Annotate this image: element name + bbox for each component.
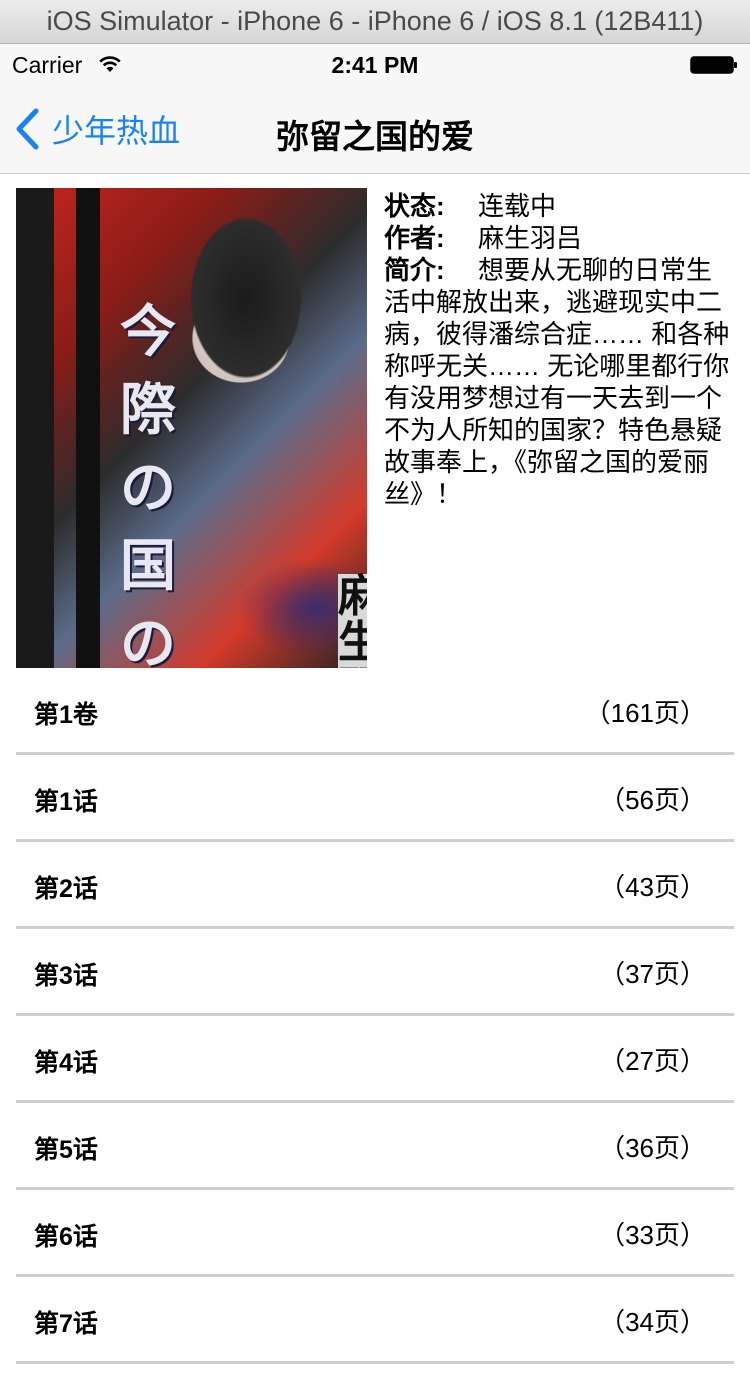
intro-row: 简介: 想要从无聊的日常生活中解放出来，逃避现实中二病，彼得潘综合症…… 和各种称… — [384, 254, 734, 510]
chapter-row[interactable]: 第5话 （36页） — [16, 1103, 734, 1190]
cover-decoration — [76, 188, 100, 668]
chapter-row[interactable]: 第2话 （43页） — [16, 842, 734, 929]
simulator-title: iOS Simulator - iPhone 6 - iPhone 6 / iO… — [46, 6, 704, 36]
simulator-title-bar: iOS Simulator - iPhone 6 - iPhone 6 / iO… — [0, 0, 750, 44]
chapter-name: 第7话 — [34, 1310, 98, 1338]
intro-text: 想要从无聊的日常生活中解放出来，逃避现实中二病，彼得潘综合症…… 和各种称呼无关… — [384, 255, 730, 509]
cover-decoration — [16, 188, 54, 668]
chapter-page-count: （56页） — [599, 785, 706, 815]
author-label: 作者: — [384, 223, 445, 253]
chapter-row[interactable]: 第1卷 （161页） — [16, 668, 734, 755]
navigation-bar: 少年热血 弥留之国的爱 — [0, 86, 750, 174]
status-value: 连载中 — [478, 191, 557, 221]
chapter-page-count: （43页） — [599, 872, 706, 902]
battery-icon — [690, 56, 737, 74]
chapter-row[interactable]: 第7话 （34页） — [16, 1277, 734, 1364]
chapter-name: 第2话 — [34, 875, 98, 903]
comic-cover-image: 今際の国の 麻生羽呂 1 — [16, 188, 367, 668]
status-label: 状态: — [384, 191, 445, 221]
chapter-name: 第5话 — [34, 1136, 98, 1164]
chapter-page-count: （37页） — [599, 959, 706, 989]
intro-label: 简介: — [384, 255, 445, 285]
chapter-page-count: （161页） — [584, 698, 706, 728]
chapter-page-count: （36页） — [599, 1133, 706, 1163]
chapter-row[interactable]: 第4话 （27页） — [16, 1016, 734, 1103]
chapter-page-count: （33页） — [599, 1220, 706, 1250]
page-title: 弥留之国的爱 — [276, 118, 474, 155]
cover-title-text: 今際の国の — [120, 299, 176, 668]
chapter-name: 第3话 — [34, 962, 98, 990]
author-row: 作者: 麻生羽吕 — [384, 222, 734, 254]
chapter-list: 第1卷 （161页） 第1话 （56页） 第2话 （43页） 第3话 （37页）… — [16, 668, 734, 1364]
chapter-name: 第1话 — [34, 788, 98, 816]
status-row: 状态: 连载中 — [384, 190, 734, 222]
chapter-page-count: （34页） — [599, 1307, 706, 1337]
chapter-page-count: （27页） — [599, 1046, 706, 1076]
author-value: 麻生羽吕 — [478, 223, 583, 253]
cover-author-text: 麻生羽呂 — [338, 574, 367, 668]
comic-info: 状态: 连载中 作者: 麻生羽吕 简介: 想要从无聊的日常生活中解放出来，逃避现实中二… — [384, 190, 734, 510]
chapter-row[interactable]: 第3话 （37页） — [16, 929, 734, 1016]
chapter-row[interactable]: 第6话 （33页） — [16, 1190, 734, 1277]
chapter-row[interactable]: 第1话 （56页） — [16, 755, 734, 842]
clock: 2:41 PM — [331, 52, 419, 78]
chapter-name: 第6话 — [34, 1223, 98, 1251]
chapter-name: 第4话 — [34, 1049, 98, 1077]
status-bar: Carrier 2:41 PM — [0, 44, 750, 86]
chapter-name: 第1卷 — [34, 701, 98, 729]
